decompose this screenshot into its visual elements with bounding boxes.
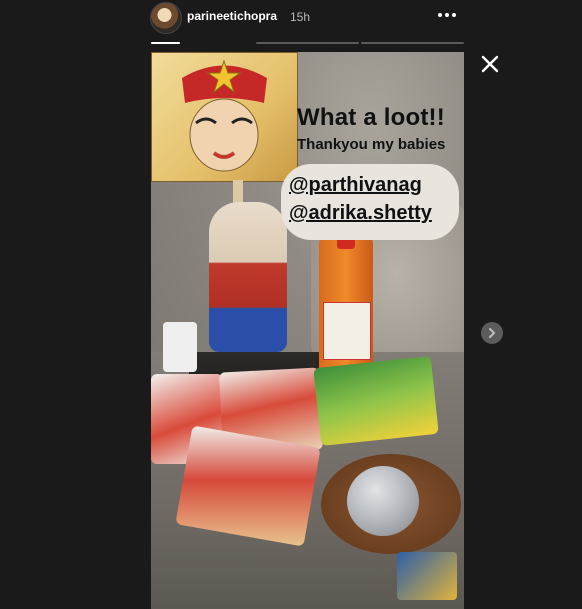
progress-bar-1 bbox=[151, 42, 180, 44]
wonder-woman-figure bbox=[209, 202, 287, 352]
mention-adrika-shetty[interactable]: @adrika.shetty bbox=[289, 202, 432, 225]
progress-fill-1 bbox=[151, 42, 180, 44]
chevron-right-icon bbox=[489, 328, 496, 338]
progress-bar-3 bbox=[361, 42, 464, 44]
post-time: 15h bbox=[290, 10, 311, 24]
next-story-button[interactable] bbox=[481, 322, 503, 344]
bali-souvenir bbox=[397, 552, 457, 600]
avatar[interactable] bbox=[150, 2, 182, 34]
wall-plug bbox=[163, 322, 197, 372]
username[interactable]: parineetichopra bbox=[187, 9, 277, 23]
turtle-shell bbox=[347, 466, 419, 536]
noodle-pack bbox=[313, 356, 439, 446]
bottle-label bbox=[323, 302, 371, 360]
story-media[interactable]: What a loot!! Thankyou my babies @parthi… bbox=[151, 52, 464, 609]
story-header: parineetichopra 15h bbox=[0, 0, 582, 44]
close-icon[interactable] bbox=[478, 52, 502, 76]
story-caption: What a loot!! bbox=[297, 104, 445, 131]
more-options-icon[interactable] bbox=[434, 3, 460, 27]
progress-bar-2 bbox=[256, 42, 359, 44]
story-progress-bars bbox=[151, 42, 464, 45]
story-subcaption: Thankyou my babies bbox=[297, 136, 446, 153]
wonder-woman-lampshade bbox=[151, 52, 298, 182]
mention-parthivanag[interactable]: @parthivanag bbox=[289, 174, 422, 197]
